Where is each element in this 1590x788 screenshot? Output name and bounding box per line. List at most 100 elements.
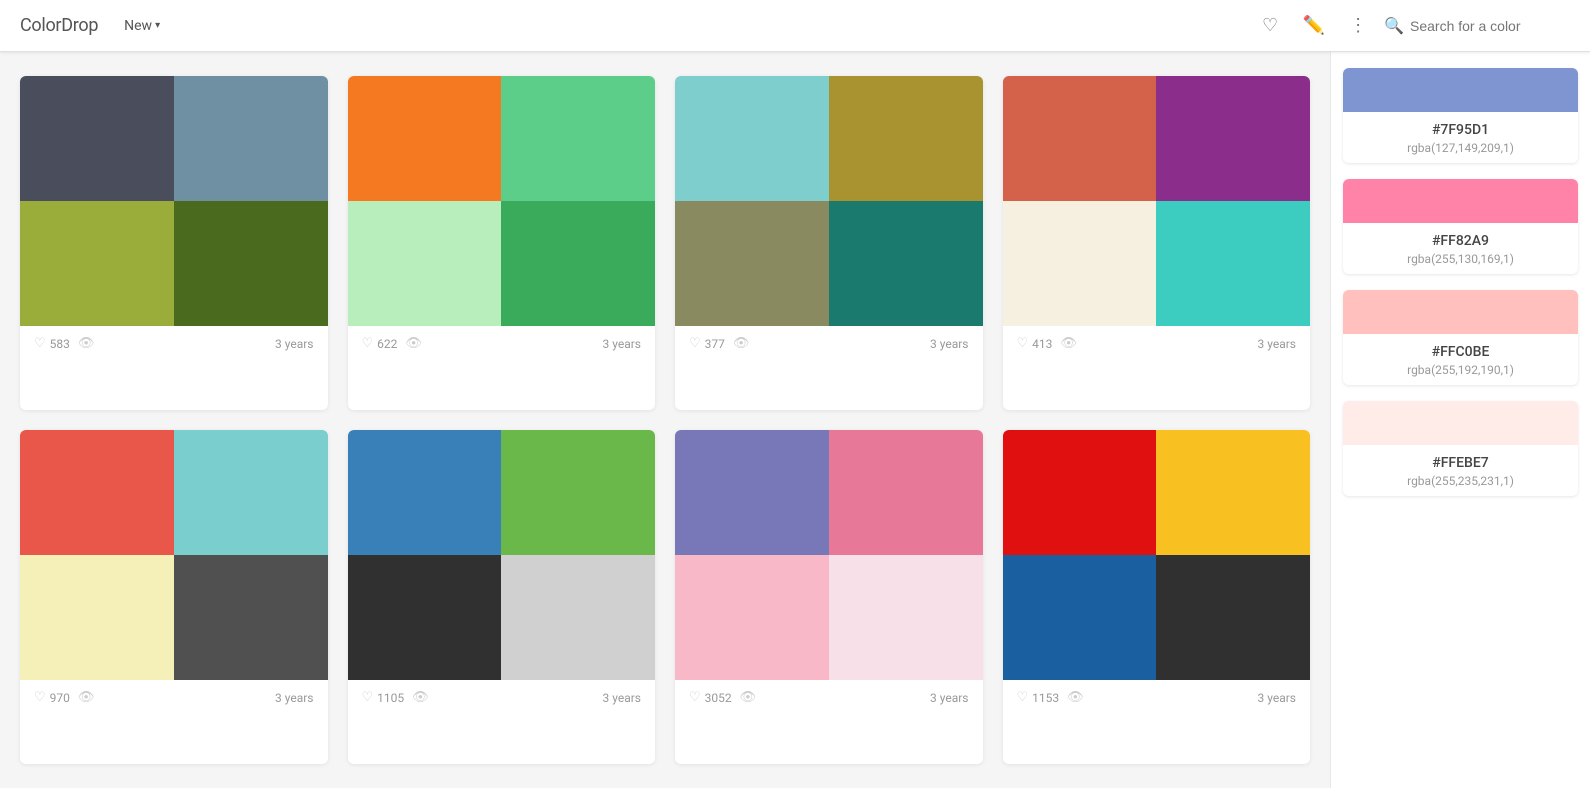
eye-icon[interactable]: 👁 (733, 336, 750, 351)
palette-swatches (20, 430, 328, 680)
color-swatch (501, 555, 655, 680)
nav-new-button[interactable]: New ▾ (116, 14, 168, 38)
palette-date: 3 years (275, 337, 313, 351)
palette-date: 3 years (603, 691, 641, 705)
brush-icon[interactable]: ✏️ (1296, 8, 1332, 44)
search-input[interactable] (1410, 18, 1570, 34)
color-swatch (1156, 76, 1310, 201)
main-layout: ♡ 583 👁 3 years ♡ 622 👁 3 years ♡ 377 👁 … (0, 52, 1590, 788)
color-swatch (829, 76, 983, 201)
eye-icon[interactable]: 👁 (78, 690, 95, 705)
palette-swatches (20, 76, 328, 326)
color-swatch (174, 201, 328, 326)
sidebar-color-rgba: rgba(255,192,190,1) (1357, 363, 1564, 377)
color-swatch (174, 76, 328, 201)
color-swatch (348, 555, 502, 680)
eye-icon[interactable]: 👁 (740, 690, 757, 705)
palette-date: 3 years (1258, 691, 1296, 705)
palette-swatches (1003, 430, 1311, 680)
palette-footer: ♡ 413 👁 3 years (1003, 326, 1311, 361)
palette-grid: ♡ 583 👁 3 years ♡ 622 👁 3 years ♡ 377 👁 … (0, 52, 1330, 788)
eye-icon[interactable]: 👁 (405, 336, 422, 351)
palette-card[interactable]: ♡ 583 👁 3 years (20, 76, 328, 410)
color-swatch (675, 76, 829, 201)
palette-likes: ♡ 970 (34, 690, 70, 705)
color-swatch (829, 555, 983, 680)
color-swatch (1156, 555, 1310, 680)
sidebar-color-info: #FF82A9 rgba(255,130,169,1) (1343, 223, 1578, 274)
color-swatch (20, 555, 174, 680)
palette-footer: ♡ 1153 👁 3 years (1003, 680, 1311, 715)
search-icon: 🔍 (1384, 16, 1404, 35)
palette-footer: ♡ 583 👁 3 years (20, 326, 328, 361)
color-swatch (675, 201, 829, 326)
sidebar-color-item[interactable]: #7F95D1 rgba(127,149,209,1) (1343, 68, 1578, 163)
palette-swatches (348, 76, 656, 326)
likes-count: 1153 (1032, 691, 1059, 705)
sidebar-color-item[interactable]: #FFC0BE rgba(255,192,190,1) (1343, 290, 1578, 385)
logo: ColorDrop (20, 15, 98, 36)
color-swatch (829, 201, 983, 326)
likes-count: 970 (50, 691, 70, 705)
heart-icon: ♡ (362, 336, 374, 351)
palette-card[interactable]: ♡ 1153 👁 3 years (1003, 430, 1311, 764)
palette-swatches (675, 76, 983, 326)
palette-date: 3 years (930, 691, 968, 705)
color-swatch (348, 76, 502, 201)
color-swatch (675, 555, 829, 680)
sidebar-color-swatch (1343, 290, 1578, 334)
favorites-icon[interactable]: ♡ (1252, 8, 1288, 44)
nav-new-label: New (124, 18, 152, 34)
sidebar-color-item[interactable]: #FFEBE7 rgba(255,235,231,1) (1343, 401, 1578, 496)
palette-footer: ♡ 1105 👁 3 years (348, 680, 656, 715)
palette-date: 3 years (1258, 337, 1296, 351)
more-icon[interactable]: ⋮ (1340, 8, 1376, 44)
palette-card[interactable]: ♡ 413 👁 3 years (1003, 76, 1311, 410)
color-swatch (501, 76, 655, 201)
heart-icon: ♡ (34, 690, 46, 705)
sidebar-color-swatch (1343, 179, 1578, 223)
sidebar-color-rgba: rgba(255,130,169,1) (1357, 252, 1564, 266)
sidebar-color-info: #FFC0BE rgba(255,192,190,1) (1343, 334, 1578, 385)
palette-card[interactable]: ♡ 970 👁 3 years (20, 430, 328, 764)
likes-count: 3052 (705, 691, 732, 705)
color-swatch (1003, 555, 1157, 680)
palette-likes: ♡ 3052 (689, 690, 732, 705)
sidebar-color-info: #FFEBE7 rgba(255,235,231,1) (1343, 445, 1578, 496)
eye-icon[interactable]: 👁 (78, 336, 95, 351)
likes-count: 622 (377, 337, 397, 351)
palette-date: 3 years (930, 337, 968, 351)
palette-footer: ♡ 3052 👁 3 years (675, 680, 983, 715)
color-swatch (501, 430, 655, 555)
likes-count: 583 (50, 337, 70, 351)
palette-card[interactable]: ♡ 377 👁 3 years (675, 76, 983, 410)
sidebar-color-hex: #FF82A9 (1357, 233, 1564, 249)
palette-date: 3 years (275, 691, 313, 705)
eye-icon[interactable]: 👁 (412, 690, 429, 705)
color-swatch (348, 430, 502, 555)
palette-date: 3 years (603, 337, 641, 351)
palette-likes: ♡ 622 (362, 336, 398, 351)
palette-card[interactable]: ♡ 622 👁 3 years (348, 76, 656, 410)
eye-icon[interactable]: 👁 (1060, 336, 1077, 351)
sidebar-color-hex: #FFC0BE (1357, 344, 1564, 360)
color-swatch (829, 430, 983, 555)
palette-likes: ♡ 377 (689, 336, 725, 351)
sidebar-color-swatch (1343, 401, 1578, 445)
color-swatch (348, 201, 502, 326)
color-swatch (1003, 201, 1157, 326)
heart-icon: ♡ (1017, 690, 1029, 705)
eye-icon[interactable]: 👁 (1067, 690, 1084, 705)
heart-icon: ♡ (362, 690, 374, 705)
sidebar-color-hex: #7F95D1 (1357, 122, 1564, 138)
color-swatch (174, 555, 328, 680)
color-swatch (20, 201, 174, 326)
palette-card[interactable]: ♡ 3052 👁 3 years (675, 430, 983, 764)
palette-likes: ♡ 583 (34, 336, 70, 351)
palette-swatches (348, 430, 656, 680)
palette-card[interactable]: ♡ 1105 👁 3 years (348, 430, 656, 764)
sidebar-color-item[interactable]: #FF82A9 rgba(255,130,169,1) (1343, 179, 1578, 274)
heart-icon: ♡ (689, 336, 701, 351)
likes-count: 413 (1032, 337, 1052, 351)
sidebar-color-swatch (1343, 68, 1578, 112)
